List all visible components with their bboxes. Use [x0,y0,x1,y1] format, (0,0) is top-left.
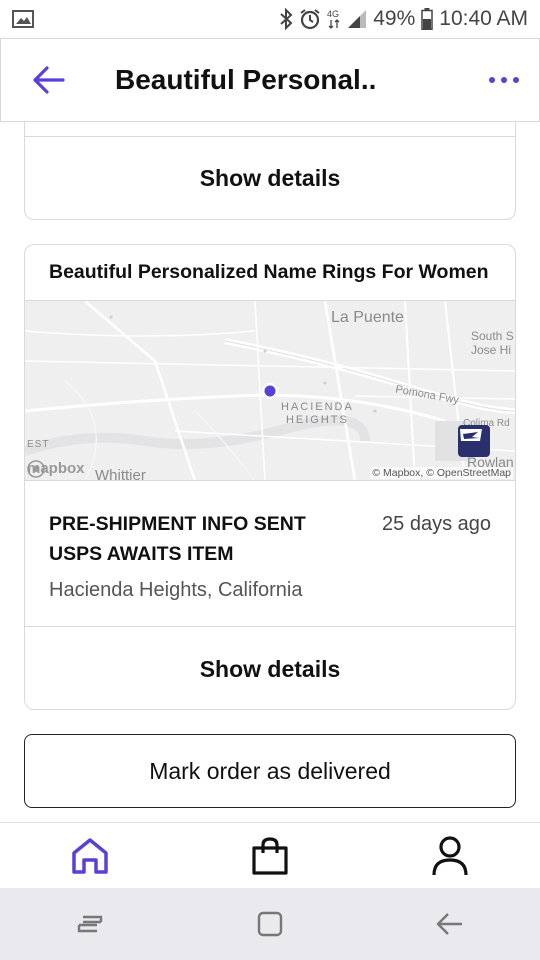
page-title: Beautiful Personal.. [115,64,377,95]
image-notification-icon [12,10,34,28]
tracking-status-location: Hacienda Heights, California [49,579,303,601]
map-label-est: EST [27,439,50,450]
mark-order-delivered-button[interactable]: Mark order as delivered [24,734,516,808]
back-button[interactable] [1,38,97,122]
content-area[interactable]: Show details Beautiful Personalized Name… [0,122,540,822]
tracking-map[interactable]: La Puente South S Jose Hi Pomona Fwy HAC… [25,301,515,481]
shopping-bag-icon [252,836,288,875]
tab-home[interactable] [0,823,180,889]
network-4g-icon: 4G [327,8,341,30]
back-arrow-icon [33,66,65,94]
more-dots-icon [489,77,519,83]
previous-shipment-card: Show details [24,122,516,220]
app-header: Beautiful Personal.. [0,38,540,122]
recent-apps-button[interactable] [0,888,180,960]
home-icon [72,837,108,874]
bluetooth-icon [279,8,293,30]
tracking-status-time: 25 days ago [382,513,491,535]
tracking-status-row: PRE-SHIPMENT INFO SENT USPS AWAITS ITEM … [25,481,515,627]
show-details-button[interactable]: Show details [25,137,515,219]
tab-profile[interactable] [360,823,540,889]
back-arrow-icon [436,913,462,935]
order-item-title: Beautiful Personalized Name Rings For Wo… [25,245,515,301]
battery-icon [421,8,434,30]
map-label-south-san-jose-hills: South S Jose Hi [471,329,514,357]
signal-icon [347,9,367,29]
map-location-marker [264,385,276,397]
battery-percent: 49% [373,7,416,30]
tracking-status-title: PRE-SHIPMENT INFO SENT USPS AWAITS ITEM [49,513,306,565]
usps-eagle-icon [458,425,490,457]
network-label: 4G [327,9,339,19]
profile-icon [432,835,468,875]
map-label-la-puente: La Puente [331,309,404,326]
map-label-hacienda-heights: HACIENDA HEIGHTS [281,401,354,426]
system-navigation-bar [0,888,540,960]
show-details-button[interactable]: Show details [25,627,515,709]
alarm-icon [299,8,321,30]
mapbox-logo: mapbox [27,460,85,478]
home-square-icon [257,911,283,937]
tab-orders[interactable] [180,823,360,889]
map-label-whittier: Whittier [95,467,146,481]
back-system-button[interactable] [360,888,540,960]
map-attribution[interactable]: © Mapbox, © OpenStreetMap [370,467,513,479]
status-bar: 4G 49% 10:40 AM [0,0,540,38]
clock-time: 10:40 AM [439,7,528,30]
recent-apps-icon [77,915,103,933]
bottom-navigation [0,822,540,888]
more-options-button[interactable] [469,38,539,122]
home-system-button[interactable] [180,888,360,960]
previous-card-section [25,122,515,137]
order-tracking-card: Beautiful Personalized Name Rings For Wo… [24,244,516,710]
